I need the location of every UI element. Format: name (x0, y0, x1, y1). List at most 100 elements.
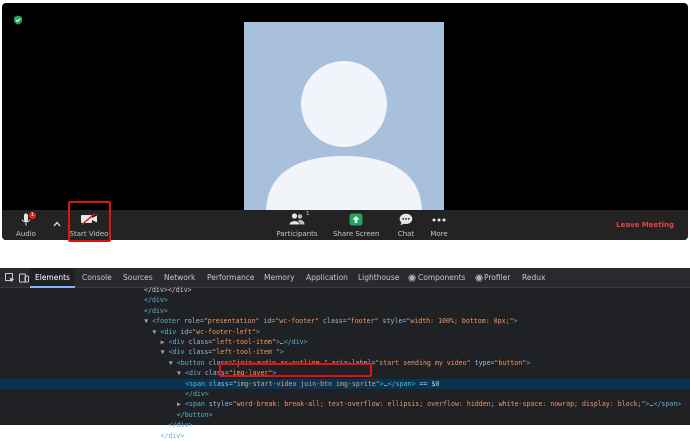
dom-node-content: </button> (177, 410, 213, 420)
shield-check-icon (14, 15, 22, 25)
share-screen-label: Share Screen (333, 230, 380, 238)
dom-token: "wc-footer" (275, 317, 323, 326)
dom-token: class= (322, 317, 347, 326)
dom-node[interactable]: ▼ <div class="left-tool-item "> (0, 347, 690, 357)
dom-token: </div> (144, 306, 168, 315)
dom-token: role= (183, 317, 204, 326)
dom-node-content: </div> (169, 420, 193, 430)
more-button[interactable]: More (427, 210, 451, 240)
dom-token: <div (168, 348, 189, 357)
chat-label: Chat (397, 230, 415, 238)
react-components-icon (408, 274, 416, 282)
dom-node-content: </div> (144, 295, 168, 305)
expand-triangle-icon[interactable]: ▼ (177, 368, 185, 378)
dom-token: class= (188, 348, 213, 357)
dom-node-content: ▼ <div id="wc-footer-left"> (152, 327, 259, 337)
dom-token: <div (168, 338, 189, 346)
more-label: More (430, 230, 448, 238)
react-profiler-icon (475, 274, 483, 282)
device-toolbar-icon[interactable] (19, 273, 29, 283)
dom-token: "button" (494, 358, 527, 367)
dom-token: > (513, 317, 518, 326)
start-video-highlight (68, 201, 111, 242)
share-screen-icon (349, 213, 363, 226)
dom-node[interactable]: </div> (0, 389, 690, 399)
dom-token: <div (185, 369, 205, 378)
dom-node[interactable]: ▼ <div id="wc-footer-left"> (0, 327, 690, 337)
participants-count: 1 (306, 211, 310, 217)
audio-badge: 1 (29, 212, 36, 219)
dom-token: </span> (653, 400, 682, 409)
dom-token: </div> (168, 421, 193, 430)
expand-triangle-icon[interactable]: ▼ (161, 347, 169, 357)
dom-token: </div> (185, 390, 209, 398)
leave-meeting-button[interactable]: Leave Meeting (616, 221, 674, 229)
participants-button[interactable]: 1 Participants (276, 210, 318, 240)
expand-triangle-icon[interactable]: ▼ (144, 316, 152, 326)
dom-node-content: ▼ <div class="left-tool-item "> (161, 347, 284, 357)
dom-token: class= (188, 338, 213, 346)
page-gap (0, 243, 690, 268)
dom-token: </div></div> (144, 286, 192, 294)
dom-node-content: ▶ <div class="left-tool-item">…</div> (161, 337, 308, 347)
participants-icon (289, 213, 305, 225)
dom-token: "footer" (346, 317, 383, 326)
dom-node-content: </div></div> (144, 285, 192, 295)
dom-node[interactable]: </div> (0, 295, 690, 305)
dom-token: style= (208, 400, 233, 409)
dom-node[interactable]: </div> (0, 431, 690, 441)
collapse-triangle-icon[interactable]: ▶ (177, 399, 185, 409)
dom-token: <span (185, 379, 210, 388)
dom-token: <button (176, 358, 209, 367)
dom-node[interactable]: </div> (0, 420, 690, 430)
dom-node[interactable]: ▶ <div class="left-tool-item">…</div> (0, 337, 690, 347)
dom-token: id= (180, 327, 193, 336)
more-dots-icon (432, 218, 446, 222)
audio-button[interactable]: 1 Audio (10, 210, 42, 240)
devtools-panel: Elements Console Sources Network Perform… (0, 268, 690, 440)
dom-token: style= (382, 317, 407, 326)
expand-triangle-icon[interactable]: ▼ (169, 358, 177, 368)
dom-node[interactable]: </button> (0, 410, 690, 420)
chat-button[interactable]: Chat (394, 210, 418, 240)
dom-node[interactable]: ▶ <span style="word-break: break-all; tex… (0, 399, 690, 409)
dom-token: "word-break: break-all; text-overflow: e… (232, 400, 646, 409)
audio-options-button[interactable] (50, 210, 64, 240)
dom-node-content: </div> (185, 389, 209, 399)
dom-node[interactable]: </div></div> (0, 285, 690, 295)
dom-token: </button> (176, 410, 213, 419)
default-avatar-icon (266, 61, 422, 213)
collapse-triangle-icon[interactable]: ▶ (161, 337, 169, 347)
dom-token: <div (160, 327, 181, 336)
dom-token: == $0 (415, 379, 440, 388)
dom-token: id= (263, 317, 276, 326)
dom-node-selected[interactable]: <span class="img-start-video join-btn im… (0, 378, 690, 389)
dom-node-content: </div> (160, 431, 184, 441)
share-screen-button[interactable]: Share Screen (333, 210, 380, 240)
dom-token: > (526, 358, 531, 367)
dom-token: > (279, 348, 284, 357)
dom-token: > (255, 327, 260, 336)
dom-token: </span> (387, 379, 416, 388)
dom-token: "wc-footer-left" (192, 327, 256, 336)
chevron-up-icon (53, 221, 61, 227)
selected-class-highlight (219, 363, 372, 377)
dom-node[interactable]: </div> (0, 306, 690, 316)
dom-token: "left-tool-item " (212, 348, 280, 357)
chat-icon (399, 213, 413, 226)
dom-node-content: <span class="img-start-video join-btn im… (185, 379, 439, 389)
participants-label: Participants (276, 230, 318, 238)
dom-token: "left-tool-item" (212, 338, 276, 346)
inspect-element-icon[interactable] (5, 273, 15, 283)
dom-token: <footer (152, 317, 184, 326)
participant-video-tile (244, 22, 444, 213)
dom-token: </div> (144, 296, 168, 305)
dom-token: <span (185, 400, 209, 409)
dom-node[interactable]: ▼ <footer role="presentation" id="wc-foot… (0, 316, 690, 326)
dom-token: type= (474, 358, 495, 367)
dom-token: </div> (160, 431, 185, 440)
dom-token: "width: 100%; bottom: 0px;" (406, 317, 514, 326)
audio-label: Audio (16, 230, 36, 238)
dom-token: "start sending my video" (375, 358, 475, 367)
dom-token: </div> (283, 338, 308, 346)
